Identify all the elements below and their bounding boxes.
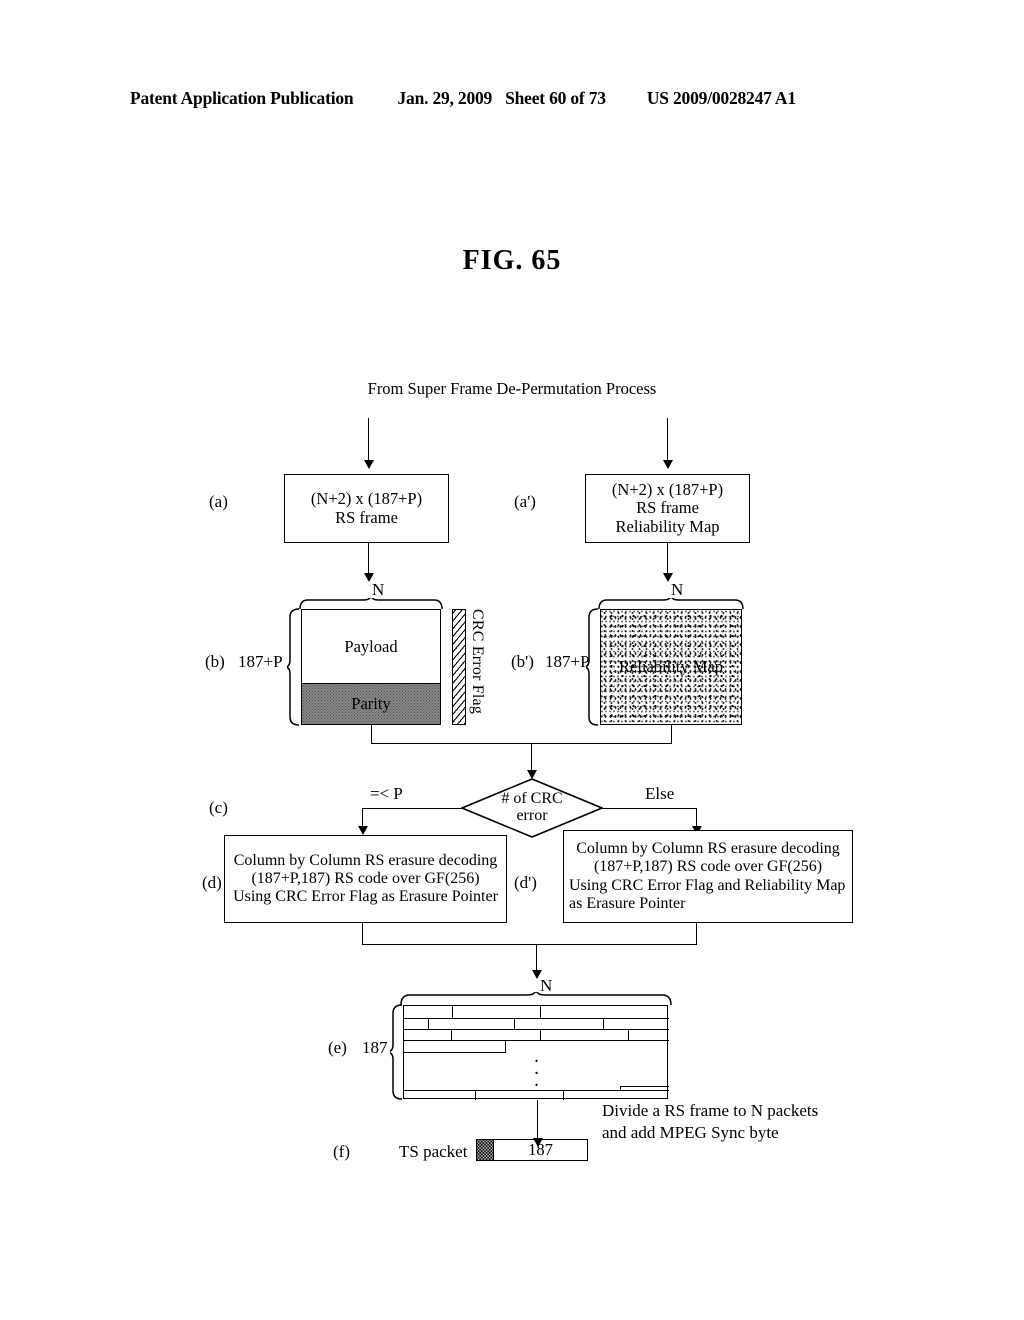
- grid-vline-r3-2: [540, 1029, 542, 1040]
- stage-label-d-prime: (d'): [514, 873, 537, 892]
- figure-title: FIG. 65: [462, 245, 562, 276]
- grid-vline-r2-2: [514, 1018, 516, 1029]
- header-publication: Patent Application Publication: [130, 88, 354, 108]
- divide-note-line1: Divide a RS frame to N packets: [602, 1101, 819, 1120]
- stage-label-b: (b): [205, 652, 225, 671]
- rs-erasure-decoding-reliability-box: Column by Column RS erasure decoding (18…: [563, 830, 853, 923]
- line-b-prime-to-center: [531, 743, 672, 744]
- rs-frame-rm-line3: Reliability Map: [615, 516, 720, 536]
- branch-line-left: [362, 808, 462, 809]
- stage-label-a: (a): [209, 492, 228, 511]
- grid-vline-r4-1: [505, 1040, 507, 1052]
- grid-vline-r2-3: [603, 1018, 605, 1029]
- grid-vline-b-3: [563, 1090, 565, 1100]
- branch-label-left: =< P: [370, 784, 403, 803]
- branch-label-right: Else: [645, 784, 675, 803]
- grid-hline-1: [404, 1018, 669, 1020]
- line-b-down: [371, 725, 372, 744]
- line-d-down: [362, 923, 363, 945]
- grid-vline-r1-2: [540, 1006, 542, 1018]
- payload-region: Payload: [302, 610, 440, 683]
- line-d-to-center: [362, 944, 536, 945]
- divide-note-line2: and add MPEG Sync byte: [602, 1122, 779, 1142]
- ts-packet-bar: 187: [476, 1139, 588, 1161]
- ts-packet-size: 187: [528, 1140, 553, 1159]
- grid-vline-r3-3: [628, 1029, 630, 1040]
- rs-frame-line2: RS frame: [335, 507, 398, 527]
- line-d-prime-to-center: [536, 944, 697, 945]
- rs-frame-matrix-b: Payload Parity: [301, 609, 441, 725]
- ts-packet-payload-cell: 187: [494, 1140, 587, 1160]
- ts-packet-label: TS packet: [399, 1142, 468, 1161]
- header-sheet: Sheet 60 of 73: [505, 88, 606, 108]
- reliability-map-matrix: Reliability Map: [600, 609, 742, 725]
- arrow-head-source-to-a: [363, 460, 374, 469]
- crc-error-flag-bar: [452, 609, 466, 725]
- col-label-n-b-prime: N: [671, 580, 684, 599]
- stage-label-f: (f): [333, 1142, 350, 1161]
- grid-vline-r2-1: [428, 1018, 430, 1029]
- dp-line1: Column by Column RS erasure decoding: [576, 840, 840, 858]
- rs-frame-packets-grid: · · ·: [403, 1005, 669, 1100]
- d-line1: Column by Column RS erasure decoding: [233, 851, 498, 869]
- line-d-prime-down: [696, 923, 697, 945]
- brace-left-e: [390, 1004, 403, 1100]
- crc-decision-diamond: # of CRC error: [459, 778, 605, 838]
- brace-top-e: [400, 992, 672, 1006]
- row-label-187-e: 187: [362, 1038, 388, 1057]
- decision-line1: # of CRC: [501, 790, 563, 807]
- dp-line4: as Erasure Pointer: [569, 894, 686, 912]
- brace-left-b: [287, 608, 300, 726]
- rs-frame-line1: (N+2) x (187+P): [310, 488, 423, 508]
- grid-vline-r3-1: [451, 1029, 453, 1040]
- d-line2: (187+P,187) RS code over GF(256): [251, 869, 480, 887]
- page-header: Patent Application Publication Jan. 29, …: [130, 88, 894, 109]
- row-label-187p-b: 187+P: [238, 652, 283, 671]
- brace-left-b-prime: [586, 608, 599, 726]
- source-process-label: From Super Frame De-Permutation Process: [367, 379, 657, 398]
- stage-label-e: (e): [328, 1038, 347, 1057]
- d-line3: Using CRC Error Flag as Erasure Pointer: [233, 888, 498, 906]
- branch-arrow-left: [357, 826, 368, 835]
- stage-label-c: (c): [209, 798, 228, 817]
- payload-label: Payload: [344, 636, 398, 656]
- line-b-prime-down: [671, 725, 672, 744]
- branch-line-right: [602, 808, 697, 809]
- vertical-ellipsis: · · ·: [533, 1051, 540, 1096]
- stage-label-a-prime: (a'): [514, 492, 536, 511]
- rs-frame-rm-line2: RS frame: [636, 498, 699, 518]
- dp-line3: Using CRC Error Flag and Reliability Map: [569, 876, 846, 894]
- line-b-to-center: [371, 743, 531, 744]
- parity-region: Parity: [302, 683, 440, 724]
- arrow-line-a-to-b: [368, 543, 369, 577]
- arrow-head-source-to-a-prime: [662, 460, 673, 469]
- grid-hline-4: [404, 1052, 506, 1054]
- header-date: Jan. 29, 2009: [397, 88, 493, 108]
- grid-hline-3: [404, 1040, 669, 1042]
- rs-erasure-decoding-box: Column by Column RS erasure decoding (18…: [224, 835, 507, 923]
- arrow-line-source-to-a: [368, 418, 369, 464]
- rs-frame-rm-line1: (N+2) x (187+P): [611, 479, 724, 499]
- divide-note: Divide a RS frame to N packets and add M…: [602, 1100, 818, 1144]
- grid-vline-b-2: [475, 1090, 477, 1100]
- arrow-line-a-prime-to-b-prime: [667, 543, 668, 577]
- crc-error-flag-label: CRC Error Flag: [469, 609, 486, 715]
- parity-label: Parity: [351, 694, 391, 713]
- stage-label-d: (d): [202, 873, 222, 892]
- decision-line2: error: [516, 807, 548, 825]
- row-label-187p-b-prime: 187+P: [545, 652, 590, 671]
- grid-vline-r1-1: [452, 1006, 454, 1018]
- col-label-n-b: N: [372, 580, 385, 599]
- arrow-line-source-to-a-prime: [667, 418, 668, 464]
- dp-line2: (187+P,187) RS code over GF(256): [593, 858, 823, 876]
- header-patent-number: US 2009/0028247 A1: [646, 88, 796, 108]
- rs-frame-reliability-map-box: (N+2) x (187+P) RS frame Reliability Map: [585, 474, 750, 543]
- reliability-map-label: Reliability Map: [618, 657, 724, 676]
- rs-frame-box: (N+2) x (187+P) RS frame: [284, 474, 449, 543]
- mpeg-sync-byte-cell: [477, 1140, 494, 1160]
- stage-label-b-prime: (b'): [511, 652, 534, 671]
